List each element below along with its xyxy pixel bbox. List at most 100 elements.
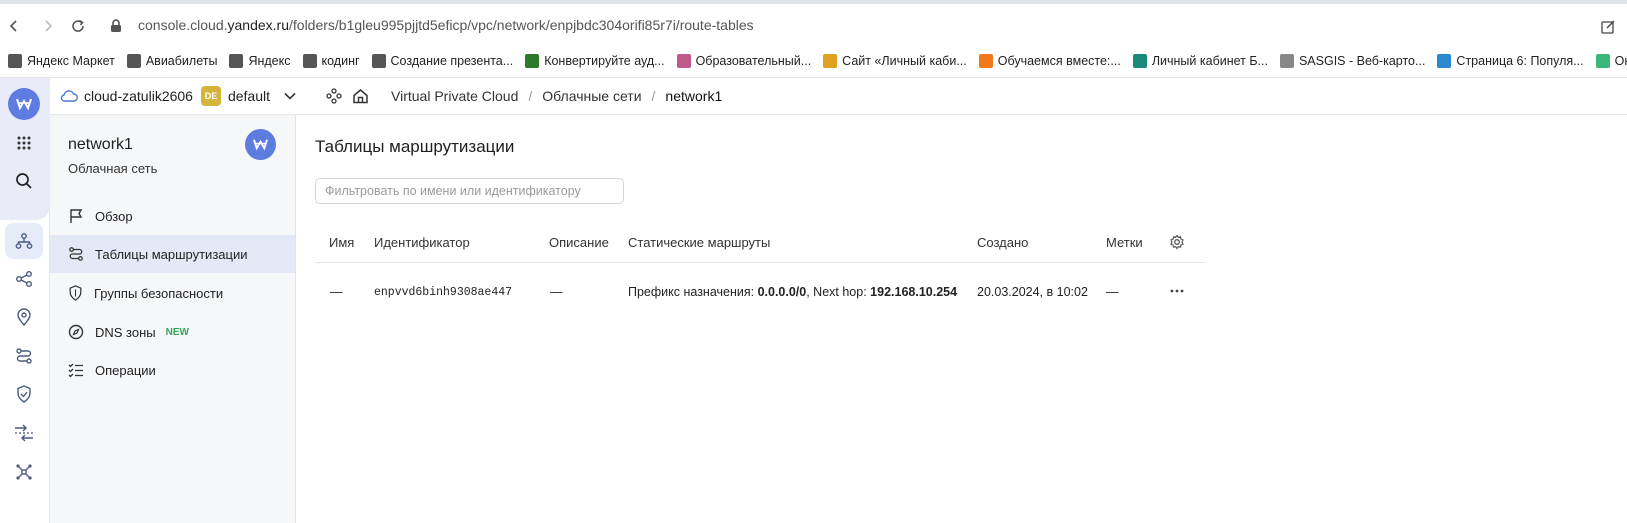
breadcrumb-network1[interactable]: network1 (665, 88, 722, 104)
cell-id[interactable]: enpvvd6binh9308ae447 (374, 286, 512, 299)
breadcrumb-separator: / (528, 88, 533, 104)
service-map-icon[interactable] (326, 88, 342, 104)
bookmark-icon (525, 53, 540, 68)
checklist-icon (68, 363, 83, 378)
route-hop: 192.168.10.254 (870, 285, 958, 299)
cloud-name: cloud-zatulik2606 (84, 88, 193, 104)
bookmark-label: Страница 6: Популя... (1456, 53, 1584, 68)
filter-input[interactable] (315, 178, 624, 204)
column-header-labels[interactable]: Метки (1106, 235, 1143, 250)
cell-description: — (550, 285, 563, 299)
bookmark-item[interactable]: Личный кабинет Б... (1132, 53, 1268, 68)
menu-operations[interactable]: Операции (50, 351, 295, 389)
menu-overview[interactable]: Обзор (50, 197, 295, 235)
bookmarks-bar: Яндекс Маркет Авиабилеты Яндекс кодинг Созда… (0, 44, 1627, 78)
bookmark-label: Яндекс (248, 53, 291, 68)
column-header-static-routes[interactable]: Статические маршруты (628, 235, 770, 250)
route-hop-label: , Next hop: (806, 285, 871, 299)
menu-route-tables[interactable]: Таблицы маршрутизации (50, 235, 295, 273)
route-prefix: 0.0.0.0/0 (757, 285, 807, 299)
url-path: /folders/b1gleu995pjjtd5eficp/vpc/networ… (289, 17, 754, 33)
network-subtitle: Облачная сеть (68, 161, 158, 176)
cell-labels: — (1106, 285, 1119, 299)
arrows-merge-icon[interactable] (5, 415, 43, 451)
bookmark-item[interactable]: кодинг (302, 53, 360, 68)
chevron-down-icon[interactable] (284, 92, 296, 100)
menu-label: Обзор (95, 208, 133, 224)
route-icon (69, 247, 83, 261)
bookmark-item[interactable]: SASGIS - Веб-карто... (1279, 53, 1426, 68)
cell-name: — (330, 285, 343, 299)
header-icons (326, 88, 369, 104)
bookmark-label: Создание презента... (390, 53, 514, 68)
browser-toolbar: console.cloud.yandex.ru/folders/b1gleu99… (0, 0, 1627, 44)
edit-icon[interactable] (1597, 16, 1619, 38)
menu-security-groups[interactable]: Группы безопасности (50, 274, 295, 312)
bookmark-item[interactable]: Создание презента... (371, 53, 514, 68)
bookmark-item[interactable]: Онлайн озвучка тек... (1595, 53, 1627, 68)
bookmark-label: SASGIS - Веб-карто... (1298, 53, 1426, 68)
search-icon[interactable] (5, 163, 43, 199)
bookmark-icon (1595, 53, 1610, 68)
breadcrumb-separator: / (651, 88, 656, 104)
bookmark-icon (8, 53, 22, 68)
shield-icon[interactable] (5, 376, 43, 412)
row-actions-more-icon[interactable] (1169, 283, 1185, 302)
bookmark-label: кодинг (321, 53, 360, 68)
flag-icon (70, 209, 83, 223)
apps-grid-icon[interactable] (5, 125, 43, 161)
reload-icon[interactable] (66, 14, 90, 38)
bookmark-item[interactable]: Страница 6: Популя... (1437, 53, 1584, 68)
bookmark-item[interactable]: Обучаемся вместе:... (978, 53, 1121, 68)
bookmark-item[interactable]: Образовательный... (676, 53, 811, 68)
bookmark-label: Онлайн озвучка тек... (1614, 53, 1627, 68)
network-hub-icon[interactable] (5, 454, 43, 490)
location-pin-icon[interactable] (5, 299, 43, 335)
column-header-id[interactable]: Идентификатор (374, 235, 470, 250)
cell-static-routes: Префикс назначения: 0.0.0.0/0, Next hop:… (628, 285, 957, 299)
address-bar[interactable]: console.cloud.yandex.ru/folders/b1gleu99… (138, 17, 754, 33)
console-header: cloud-zatulik2606 DE default Virtual Pri… (50, 78, 1627, 115)
vpc-network-icon[interactable] (5, 223, 43, 259)
folder-badge: DE (200, 86, 221, 106)
lock-icon[interactable] (104, 14, 128, 38)
bookmark-item[interactable]: Авиабилеты (126, 53, 217, 68)
url-prefix: console.cloud. (138, 17, 228, 33)
share-nodes-icon[interactable] (5, 261, 43, 297)
menu-label: DNS зоны (95, 324, 156, 340)
url-domain: yandex.ru (227, 17, 289, 33)
network-title: network1 (68, 136, 133, 153)
route-prefix-label: Префикс назначения: (628, 285, 758, 299)
breadcrumb-vpc[interactable]: Virtual Private Cloud (391, 88, 518, 104)
vpc-logo-icon (245, 129, 276, 160)
bookmark-label: Сайт «Личный каби... (842, 53, 967, 68)
menu-label: Операции (95, 362, 156, 378)
bookmark-item[interactable]: Сайт «Личный каби... (823, 53, 967, 68)
bookmark-item[interactable]: Яндекс (229, 53, 291, 68)
bookmark-item[interactable]: Конвертируйте ауд... (525, 53, 665, 68)
menu-label: Группы безопасности (94, 285, 224, 301)
cloud-icon (60, 90, 78, 102)
page-title: Таблицы маршрутизации (315, 137, 515, 156)
column-header-name[interactable]: Имя (329, 235, 354, 250)
bookmark-label: Конвертируйте ауд... (544, 53, 665, 68)
breadcrumb-networks[interactable]: Облачные сети (542, 88, 641, 104)
bookmark-icon (302, 53, 317, 68)
table-header-divider (315, 262, 1206, 263)
bookmark-item[interactable]: Яндекс Маркет (8, 53, 115, 68)
route-icon[interactable] (5, 338, 43, 374)
column-header-created[interactable]: Создано (977, 235, 1028, 250)
home-icon[interactable] (352, 88, 369, 104)
bookmark-icon (229, 53, 244, 68)
yandex-cloud-logo-icon[interactable] (5, 86, 43, 122)
forward-icon[interactable] (36, 14, 60, 38)
table-settings-gear-icon[interactable] (1169, 234, 1185, 253)
back-icon[interactable] (2, 14, 26, 38)
cloud-selector[interactable]: cloud-zatulik2606 DE default (60, 86, 296, 106)
menu-dns-zones[interactable]: DNS зоны NEW (50, 313, 295, 351)
column-header-description[interactable]: Описание (549, 235, 609, 250)
service-rail (0, 78, 50, 523)
bookmark-icon (978, 53, 993, 68)
side-panel: network1 Облачная сеть Обзор Таблицы мар… (50, 115, 296, 523)
bookmark-icon (1437, 53, 1452, 68)
